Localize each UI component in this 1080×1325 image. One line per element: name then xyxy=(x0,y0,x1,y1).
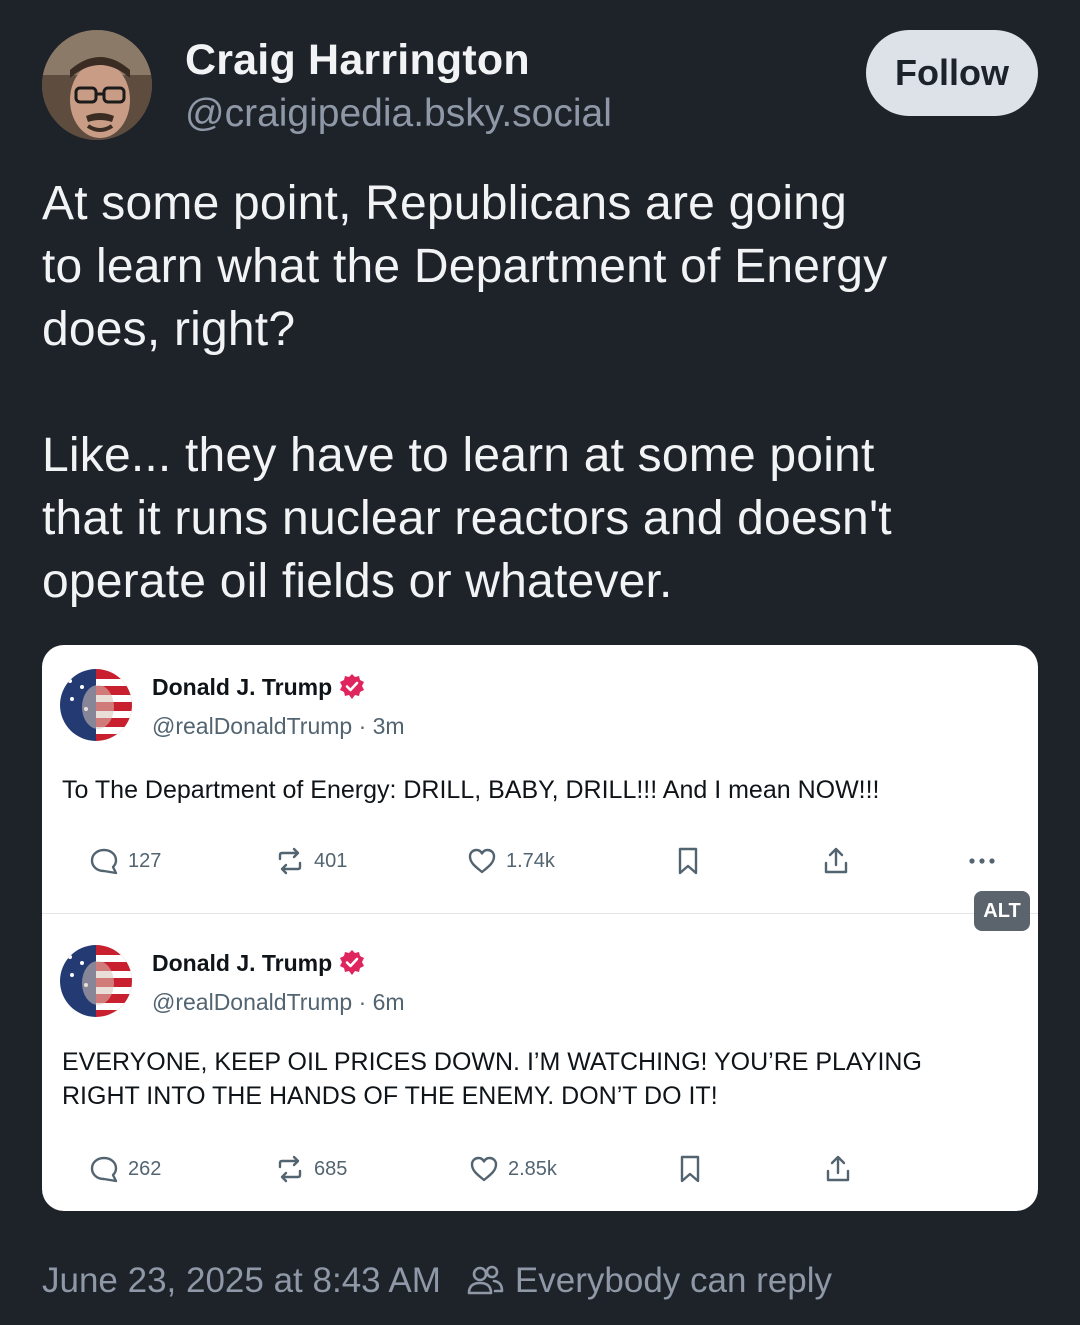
reply-setting[interactable]: Everybody can reply xyxy=(465,1261,832,1301)
like-icon xyxy=(470,1156,498,1182)
post-text-line: operate oil fields or whatever. xyxy=(42,555,673,608)
post-text-line: does, right? xyxy=(42,303,296,356)
like-action: 2.85k xyxy=(468,1149,557,1189)
post-text-line: Like... they have to learn at some point xyxy=(42,429,875,482)
embedded-post: Donald J. Trump @realDonaldTrump · 3m To… xyxy=(42,645,1038,913)
embedded-author-name-text: Donald J. Trump xyxy=(152,949,333,976)
embedded-author-name-text: Donald J. Trump xyxy=(152,673,333,700)
embedded-post-line: RIGHT INTO THE HANDS OF THE ENEMY. DON’T… xyxy=(62,1082,718,1110)
verified-icon xyxy=(338,949,366,977)
reply-action: 262 xyxy=(88,1149,161,1189)
reply-icon xyxy=(90,848,118,875)
embedded-handle-time: @realDonaldTrump · 3m xyxy=(152,713,405,739)
author-avatar[interactable] xyxy=(42,30,152,140)
post-text-line: that it runs nuclear reactors and doesn'… xyxy=(42,492,892,545)
repost-action: 401 xyxy=(274,841,347,881)
embedded-post-line: To The Department of Energy: DRILL, BABY… xyxy=(62,776,880,804)
more-icon xyxy=(969,858,995,864)
post-text-line: At some point, Republicans are going xyxy=(42,177,848,230)
embedded-author-name: Donald J. Trump xyxy=(152,673,366,701)
embedded-author-name: Donald J. Trump xyxy=(152,949,366,977)
post-text: At some point, Republicans are going to … xyxy=(42,172,1052,613)
verified-icon xyxy=(338,673,366,701)
embedded-divider xyxy=(42,913,1038,914)
post: Craig Harrington @craigipedia.bsky.socia… xyxy=(0,0,1080,1325)
people-icon xyxy=(467,1265,504,1295)
author-handle[interactable]: @craigipedia.bsky.social xyxy=(185,92,612,136)
embedded-post-text: To The Department of Energy: DRILL, BABY… xyxy=(62,773,1022,807)
author-display-name[interactable]: Craig Harrington xyxy=(185,36,530,85)
bookmark-icon xyxy=(678,847,698,875)
embedded-actions: 127 401 1.74k xyxy=(42,841,1038,881)
embedded-actions: 262 685 2.85k xyxy=(42,1149,1038,1189)
embedded-handle-time: @realDonaldTrump · 6m xyxy=(152,989,405,1015)
alt-text-badge[interactable]: ALT xyxy=(974,891,1030,931)
embedded-image[interactable]: Donald J. Trump @realDonaldTrump · 3m To… xyxy=(42,645,1038,1211)
bookmark-action xyxy=(672,841,704,881)
embedded-avatar xyxy=(60,945,132,1017)
share-action xyxy=(820,841,852,881)
bookmark-action xyxy=(674,1149,706,1189)
reply-setting-label: Everybody can reply xyxy=(514,1261,833,1300)
share-icon xyxy=(824,847,848,874)
repost-icon xyxy=(278,847,302,875)
like-icon xyxy=(468,848,496,874)
more-action xyxy=(966,841,998,881)
share-icon xyxy=(826,1155,850,1182)
post-footer: June 23, 2025 at 8:43 AM Everybody can r… xyxy=(42,1258,832,1304)
repost-count: 401 xyxy=(314,849,348,872)
reply-count: 127 xyxy=(128,849,162,872)
share-action xyxy=(822,1149,854,1189)
like-count: 2.85k xyxy=(508,1157,557,1180)
post-timestamp: June 23, 2025 at 8:43 AM xyxy=(42,1261,441,1300)
like-count: 1.74k xyxy=(506,849,555,872)
bookmark-icon xyxy=(680,1155,700,1183)
repost-count: 685 xyxy=(314,1157,348,1180)
post-text-line: to learn what the Department of Energy xyxy=(42,240,888,293)
embedded-post-line: EVERYONE, KEEP OIL PRICES DOWN. I’M WATC… xyxy=(62,1048,922,1076)
embedded-post: Donald J. Trump @realDonaldTrump · 6m EV… xyxy=(42,915,1038,1211)
repost-action: 685 xyxy=(274,1149,347,1189)
reply-action: 127 xyxy=(88,841,161,881)
follow-button[interactable]: Follow xyxy=(866,30,1038,116)
embedded-avatar xyxy=(60,669,132,741)
reply-icon xyxy=(90,1156,118,1183)
reply-count: 262 xyxy=(128,1157,162,1180)
like-action: 1.74k xyxy=(466,841,555,881)
embedded-post-text: EVERYONE, KEEP OIL PRICES DOWN. I’M WATC… xyxy=(62,1045,1022,1113)
repost-icon xyxy=(278,1155,302,1183)
